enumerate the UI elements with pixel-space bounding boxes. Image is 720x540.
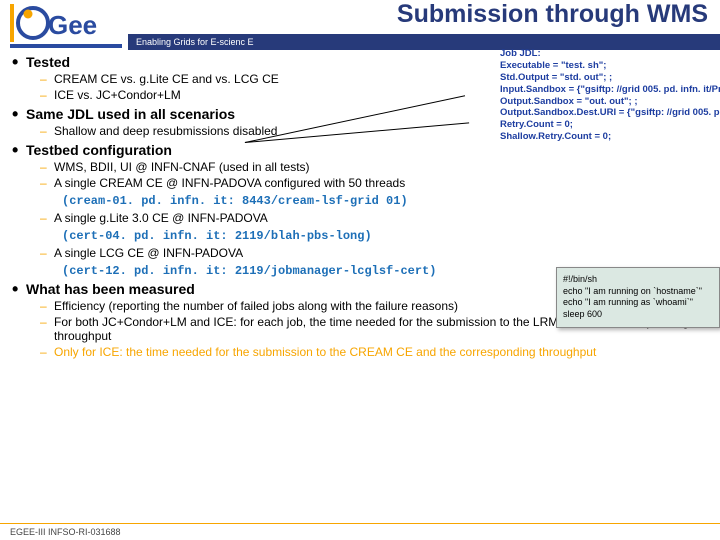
code-line: (cream-01. pd. infn. it: 8443/cream-lsf-… bbox=[62, 194, 708, 208]
jdl-line: Executable = "test. sh"; bbox=[500, 60, 720, 72]
sh-line: echo "I am running as `whoami`" bbox=[563, 297, 713, 309]
slide: Gee Submission through WMS Enabling Grid… bbox=[0, 0, 720, 540]
bullet-testbed: Testbed configuration bbox=[12, 142, 708, 158]
slide-title: Submission through WMS bbox=[397, 0, 708, 29]
sh-line: #!/bin/sh bbox=[563, 274, 713, 286]
jdl-line: Shallow.Retry.Count = 0; bbox=[500, 131, 720, 143]
header: Gee Submission through WMS Enabling Grid… bbox=[0, 0, 720, 52]
code-line: (cert-04. pd. infn. it: 2119/blah-pbs-lo… bbox=[62, 229, 708, 243]
jdl-line: Std.Output = "std. out"; ; bbox=[500, 72, 720, 84]
sh-line: echo "I am running on `hostname`" bbox=[563, 286, 713, 298]
jdl-line: Input.Sandbox = {"gsiftp: //grid 005. pd… bbox=[500, 84, 720, 96]
sub-item: A single CREAM CE @ INFN-PADOVA configur… bbox=[12, 176, 708, 190]
footer: EGEE-III INFSO-RI-031688 bbox=[0, 523, 720, 540]
sub-item: A single g.Lite 3.0 CE @ INFN-PADOVA bbox=[12, 211, 708, 225]
sub-item: WMS, BDII, UI @ INFN-CNAF (used in all t… bbox=[12, 160, 708, 174]
jdl-line: Retry.Count = 0; bbox=[500, 119, 720, 131]
sub-item: A single LCG CE @ INFN-PADOVA bbox=[12, 246, 708, 260]
sub-item: Only for ICE: the time needed for the su… bbox=[12, 345, 708, 359]
svg-text:Gee: Gee bbox=[48, 10, 97, 40]
jdl-line: Output.Sandbox.Dest.URI = {"gsiftp: //gr… bbox=[500, 107, 720, 119]
sh-line: sleep 600 bbox=[563, 309, 713, 321]
jdl-box: Job JDL: Executable = "test. sh"; Std.Ou… bbox=[500, 48, 720, 143]
egee-logo: Gee bbox=[10, 4, 122, 50]
jdl-line: Job JDL: bbox=[500, 48, 720, 60]
shell-script-box: #!/bin/sh echo "I am running on `hostnam… bbox=[556, 267, 720, 328]
jdl-line: Output.Sandbox = "out. out"; ; bbox=[500, 96, 720, 108]
